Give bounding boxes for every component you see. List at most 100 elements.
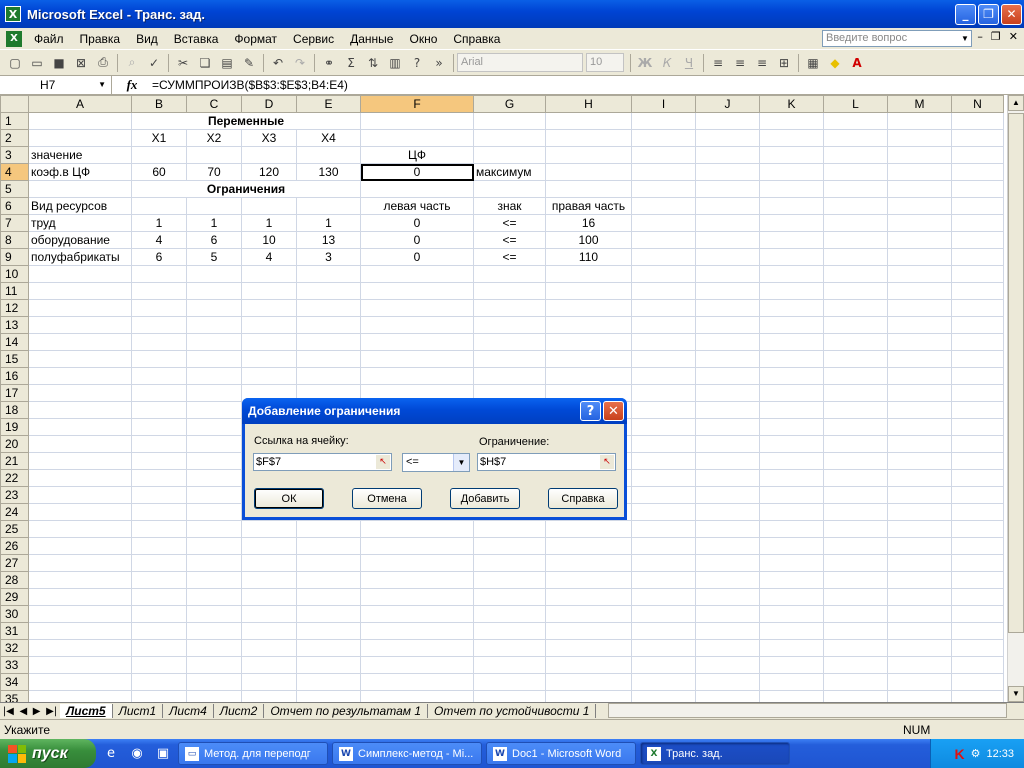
cell[interactable]: [759, 639, 824, 657]
cell[interactable]: [131, 367, 187, 385]
column-header-c[interactable]: C: [186, 95, 242, 113]
cell[interactable]: [28, 180, 132, 198]
cell[interactable]: [28, 554, 132, 572]
cell[interactable]: [695, 180, 760, 198]
row-header[interactable]: 7: [0, 214, 29, 232]
cell[interactable]: [951, 282, 1004, 300]
row-header[interactable]: 5: [0, 180, 29, 198]
cell[interactable]: <=: [473, 231, 546, 249]
cell[interactable]: [360, 639, 474, 657]
cell[interactable]: [360, 282, 474, 300]
cell[interactable]: [887, 435, 952, 453]
cell[interactable]: [28, 367, 132, 385]
row-header[interactable]: 22: [0, 469, 29, 487]
cell[interactable]: [823, 146, 888, 164]
cell[interactable]: [631, 520, 696, 538]
cell[interactable]: [545, 639, 632, 657]
cell[interactable]: 3: [296, 248, 361, 266]
cell[interactable]: [887, 282, 952, 300]
cell[interactable]: [951, 350, 1004, 368]
column-header-m[interactable]: M: [887, 95, 952, 113]
cell[interactable]: [759, 248, 824, 266]
cell[interactable]: [759, 129, 824, 147]
cell[interactable]: [951, 248, 1004, 266]
cell[interactable]: [823, 401, 888, 419]
cell[interactable]: 70: [186, 163, 242, 181]
cell[interactable]: [631, 469, 696, 487]
row-header[interactable]: 25: [0, 520, 29, 538]
row-header[interactable]: 28: [0, 571, 29, 589]
cell[interactable]: [951, 435, 1004, 453]
cell[interactable]: [823, 282, 888, 300]
redo-icon[interactable]: ↷: [289, 52, 311, 74]
cell[interactable]: [28, 401, 132, 419]
prev-sheet-icon[interactable]: ◀: [19, 706, 27, 717]
cell[interactable]: [823, 554, 888, 572]
cell[interactable]: [951, 673, 1004, 691]
antivirus-icon[interactable]: K: [954, 746, 964, 762]
cell[interactable]: [887, 163, 952, 181]
cell[interactable]: [473, 537, 546, 555]
cell[interactable]: [759, 571, 824, 589]
menu-file[interactable]: Файл: [26, 32, 72, 46]
cell[interactable]: [951, 180, 1004, 198]
sort-icon[interactable]: ⇅: [362, 52, 384, 74]
cell[interactable]: [631, 248, 696, 266]
cell[interactable]: [823, 537, 888, 555]
cell[interactable]: [131, 622, 187, 640]
cell[interactable]: [759, 384, 824, 402]
vertical-scrollbar[interactable]: ▲ ▼: [1007, 95, 1024, 702]
cell[interactable]: [759, 401, 824, 419]
doc-restore-button[interactable]: ❐: [991, 30, 1001, 43]
cell[interactable]: [823, 673, 888, 691]
cell[interactable]: [823, 384, 888, 402]
cell[interactable]: [759, 282, 824, 300]
cell[interactable]: 13: [296, 231, 361, 249]
cell[interactable]: [695, 401, 760, 419]
cell[interactable]: [545, 112, 632, 130]
cell[interactable]: [296, 367, 361, 385]
cell[interactable]: [759, 350, 824, 368]
tab-results-report[interactable]: Отчет по результатам 1: [264, 704, 428, 718]
cell[interactable]: [545, 622, 632, 640]
cell[interactable]: [241, 622, 297, 640]
cell[interactable]: [28, 673, 132, 691]
cell[interactable]: [951, 622, 1004, 640]
cell[interactable]: [759, 180, 824, 198]
cell[interactable]: [241, 673, 297, 691]
cell[interactable]: труд: [28, 214, 132, 232]
constraint-input[interactable]: $H$7 ↖: [477, 453, 616, 471]
horizontal-scrollbar[interactable]: [608, 703, 1007, 718]
cell[interactable]: знак: [473, 197, 546, 215]
scroll-thumb[interactable]: [1008, 113, 1024, 633]
cell[interactable]: [951, 112, 1004, 130]
cell[interactable]: [131, 537, 187, 555]
cell[interactable]: [695, 231, 760, 249]
cell[interactable]: [545, 537, 632, 555]
cancel-button[interactable]: Отмена: [352, 488, 422, 509]
cell[interactable]: [951, 231, 1004, 249]
cell[interactable]: [823, 248, 888, 266]
underline-button[interactable]: Ч: [678, 52, 700, 74]
cell[interactable]: [131, 282, 187, 300]
cell[interactable]: [631, 163, 696, 181]
cell[interactable]: [360, 520, 474, 538]
cell[interactable]: [887, 265, 952, 283]
row-header[interactable]: 8: [0, 231, 29, 249]
cell[interactable]: [823, 588, 888, 606]
cell[interactable]: [473, 622, 546, 640]
cut-icon[interactable]: ✂: [172, 52, 194, 74]
cell[interactable]: [823, 639, 888, 657]
save-icon[interactable]: ■: [48, 52, 70, 74]
cell[interactable]: [186, 265, 242, 283]
cell[interactable]: [887, 248, 952, 266]
cell[interactable]: [759, 146, 824, 164]
row-header[interactable]: 11: [0, 282, 29, 300]
row-header[interactable]: 34: [0, 673, 29, 691]
cell[interactable]: [131, 639, 187, 657]
doc-minimize-button[interactable]: –: [977, 30, 983, 43]
cell[interactable]: [28, 333, 132, 351]
cell[interactable]: [241, 537, 297, 555]
cell[interactable]: [951, 265, 1004, 283]
cell[interactable]: [545, 571, 632, 589]
